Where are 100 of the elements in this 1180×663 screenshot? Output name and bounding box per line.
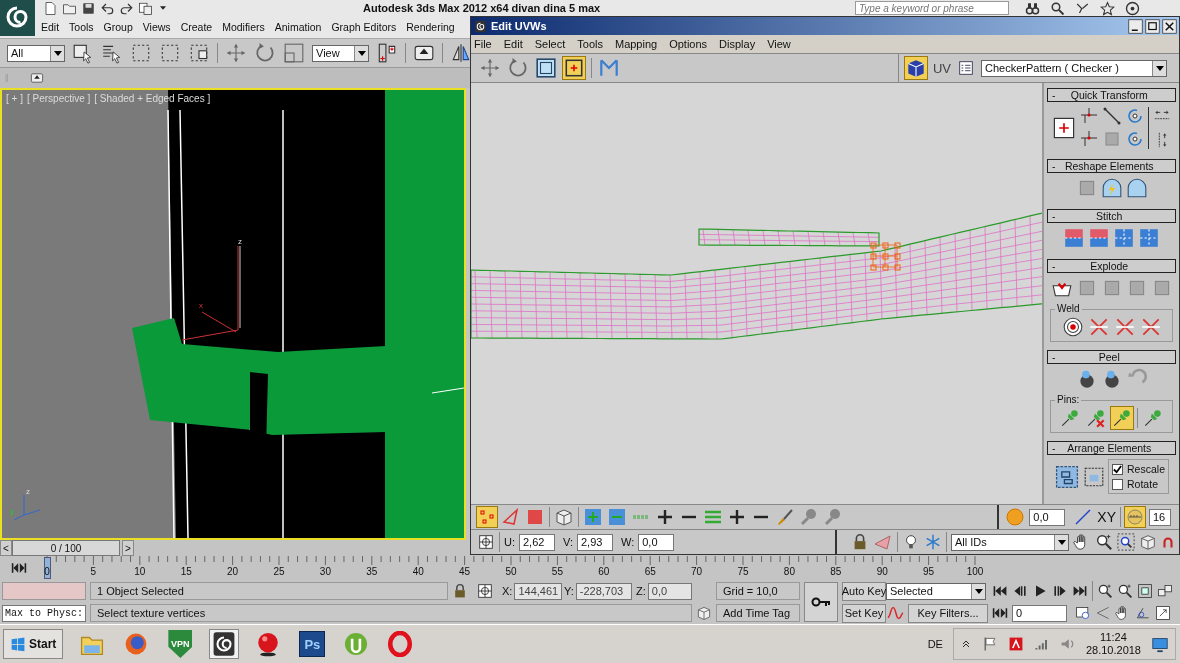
last-frame-icon[interactable] [1072,583,1088,599]
auto-key-button[interactable]: Auto Key [842,581,886,601]
menu-item[interactable]: Edit [503,38,523,50]
monitor-icon[interactable] [1151,635,1169,653]
coordinate-field[interactable]: 0,0 [638,533,675,551]
checker-cube-icon[interactable] [904,57,927,79]
set-key-mode-button[interactable] [804,582,838,622]
crosshair-icon[interactable] [477,533,495,551]
move-icon[interactable] [479,57,501,79]
time-slider-thumb[interactable]: 0 / 100 [12,540,120,556]
reference-coordinate-dropdown[interactable]: View [312,44,369,62]
next-frame-button[interactable]: > [122,540,134,556]
zoom-icon[interactable] [1097,583,1113,599]
key-filters-button[interactable]: Key Filters... [908,603,988,623]
zoom-icon[interactable] [1117,583,1133,599]
scale-icon[interactable] [283,42,305,64]
curve-editor-icon[interactable] [10,560,28,576]
rollout-header[interactable]: - Explode [1047,259,1176,273]
key-mode-icon[interactable] [992,605,1008,621]
scale-icon[interactable] [535,57,557,79]
maximize-icon[interactable] [1155,605,1171,621]
offset-field[interactable]: 0,0 [1029,508,1066,526]
circle-icon[interactable] [343,631,370,657]
coordinate-field[interactable]: 144,461 [514,582,563,600]
rollout-header[interactable]: - Arrange Elements [1047,441,1176,455]
time-config-icon[interactable] [1075,605,1091,621]
snap-field[interactable]: 16 [1149,508,1171,526]
brush-icon[interactable] [775,507,795,527]
help-icon[interactable] [1125,0,1140,16]
script-listener-field[interactable]: Max to Physc: [2,604,86,622]
start-button[interactable]: Start [3,629,64,659]
frame-field[interactable]: 0 [1012,604,1067,622]
coordinate-field[interactable]: 0,0 [647,582,692,600]
vertex-mode-icon[interactable] [477,507,497,527]
star-icon[interactable] [1100,0,1115,16]
close-button[interactable] [1162,18,1177,34]
edge-mode-icon[interactable] [501,507,521,527]
previous-frame-icon[interactable] [1012,583,1028,599]
uv-button[interactable]: UV [932,60,951,76]
minimize-button[interactable] [1128,18,1143,34]
previous-frame-button[interactable]: < [0,540,12,556]
zoom-icon[interactable] [1095,533,1113,551]
save-icon[interactable] [81,0,96,16]
cube-icon[interactable] [1139,533,1157,551]
id-filter-dropdown[interactable]: All IDs [951,533,1069,551]
search-field[interactable]: Type a keyword or phrase [855,1,1009,15]
rollout-header[interactable]: - Quick Transform [1047,88,1176,102]
rollout-header[interactable]: - Reshape Elements [1047,159,1176,173]
crosshair-icon[interactable] [476,582,494,600]
checkbox[interactable] [1112,463,1124,475]
weld-icon[interactable] [1113,316,1136,338]
time-marker[interactable] [44,557,51,579]
set-key-button[interactable]: Set Key [842,603,886,623]
select-object-icon[interactable] [72,42,94,64]
plus-icon[interactable] [727,507,747,527]
rollout-header[interactable]: - Stitch [1047,209,1176,223]
key-mode-dropdown[interactable]: Selected [886,582,986,600]
menu-item[interactable]: Tools [69,21,94,33]
orbit-icon[interactable] [1135,605,1151,621]
lock-icon[interactable] [452,583,468,599]
next-frame-icon[interactable] [1052,583,1068,599]
maximize-button[interactable] [1145,18,1160,34]
menu-item[interactable]: Modifiers [222,21,265,33]
pin-remove-icon[interactable] [1085,407,1107,429]
checkbox[interactable] [1112,478,1124,490]
menu-item[interactable]: Tools [577,38,603,50]
selection-filter-dropdown[interactable]: All [7,44,65,62]
dashed-rectangle-icon[interactable] [130,42,152,64]
menu-item[interactable]: Animation [274,21,322,33]
language-indicator[interactable]: DE [927,638,943,650]
coordinate-field[interactable]: 2,93 [577,533,613,551]
pack-icon[interactable] [1083,465,1106,488]
line-icon[interactable] [1073,507,1094,527]
weld-icon[interactable] [1087,316,1110,338]
plus-box-icon[interactable] [1052,115,1076,140]
new-file-icon[interactable] [43,0,58,16]
taskbar-button[interactable]: Ps [299,631,326,657]
tray-app-icon[interactable] [1007,636,1024,652]
app-menu-button[interactable] [0,0,35,36]
field-of-view-icon[interactable] [1095,605,1111,621]
axis-button[interactable]: XY [1097,509,1116,525]
weld-icon[interactable] [1139,316,1162,338]
menu-item[interactable]: Create [180,21,213,33]
menu-item[interactable]: Group [103,21,133,33]
plus-icon[interactable] [655,507,675,527]
first-frame-icon[interactable] [992,583,1008,599]
zoom-region-icon[interactable] [1117,533,1135,551]
rollout-header[interactable]: - Peel [1047,350,1176,364]
dashed-rectangle-icon[interactable] [188,42,210,64]
menu-item[interactable]: Views [142,21,171,33]
project-icon[interactable] [138,0,153,16]
arch-icon[interactable] [1125,177,1148,199]
taskbar-button[interactable]: VPN [168,630,193,658]
snap-icon[interactable] [376,42,398,64]
ring-icon[interactable] [387,631,414,657]
dashed-rectangle-icon[interactable] [159,42,181,64]
curve-icon[interactable] [886,604,904,622]
menu-item[interactable]: Options [669,38,708,50]
menu-item[interactable]: Mapping [614,38,658,50]
rotate-icon[interactable] [254,42,276,64]
